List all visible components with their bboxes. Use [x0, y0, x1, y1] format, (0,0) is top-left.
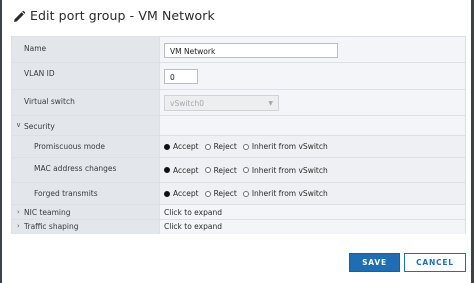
port-group-form: Name VM Network VLAN ID 0 Virtual switch… [11, 36, 466, 234]
nic-teaming-label: NIC teaming [24, 208, 71, 217]
radio-icon [242, 167, 249, 173]
forged-transmits-row: Forged transmits Accept Reject Inherit f… [12, 183, 465, 205]
mac-inherit-radio[interactable]: Inherit from vSwitch [242, 165, 328, 175]
forged-accept-radio[interactable]: Accept [164, 189, 199, 198]
radio-label: Inherit from vSwitch [251, 142, 328, 151]
radio-selected-icon [164, 167, 170, 173]
chevron-down-icon: ∨ [16, 121, 22, 129]
chevron-right-icon: › [17, 208, 20, 216]
radio-label: Reject [213, 189, 237, 198]
radio-label: Accept [173, 165, 199, 175]
mac-accept-radio[interactable]: Accept [164, 166, 199, 175]
forged-reject-radio[interactable]: Reject [204, 189, 237, 198]
virtual-switch-row: Virtual switch vSwitch0 ▼ [12, 90, 465, 116]
mac-address-changes-row: MAC address changes Accept Reject Inheri… [12, 158, 465, 183]
vlan-id-input[interactable]: 0 [164, 69, 198, 84]
security-section-header[interactable]: ∨ Security [12, 116, 465, 136]
vlan-id-label: VLAN ID [24, 69, 55, 78]
mac-address-changes-radio-group: Accept Reject Inherit from vSwitch [164, 158, 334, 182]
dialog-titlebar: Edit port group - VM Network [2, 0, 471, 34]
mac-reject-radio[interactable]: Reject [204, 165, 237, 175]
radio-label: Accept [173, 142, 199, 151]
radio-selected-icon [164, 190, 170, 197]
traffic-shaping-expand-hint: Click to expand [164, 222, 222, 231]
dialog-title: Edit port group - VM Network [30, 8, 215, 23]
promiscuous-mode-label: Promiscuous mode [34, 142, 105, 151]
virtual-switch-select[interactable]: vSwitch0 ▼ [164, 95, 279, 111]
traffic-shaping-label: Traffic shaping [24, 222, 79, 231]
radio-label: Inherit from vSwitch [251, 165, 328, 175]
virtual-switch-label: Virtual switch [24, 97, 75, 106]
name-input[interactable]: VM Network [164, 43, 338, 58]
virtual-switch-value: vSwitch0 [170, 99, 205, 108]
save-button[interactable]: SAVE [349, 253, 400, 272]
security-label: Security [24, 122, 55, 131]
radio-label: Accept [173, 189, 199, 198]
promiscuous-mode-row: Promiscuous mode Accept Reject Inherit f… [12, 136, 465, 158]
radio-selected-icon [164, 143, 170, 150]
edit-port-group-dialog: Edit port group - VM Network Name VM Net… [0, 0, 474, 283]
promiscuous-accept-radio[interactable]: Accept [164, 142, 199, 151]
nic-teaming-expand-hint: Click to expand [164, 208, 222, 217]
chevron-right-icon: › [17, 222, 20, 230]
promiscuous-reject-radio[interactable]: Reject [204, 142, 237, 151]
vlan-id-row: VLAN ID 0 [12, 63, 465, 90]
radio-icon [204, 143, 211, 150]
chevron-down-icon: ▼ [268, 100, 273, 107]
mac-address-changes-label: MAC address changes [34, 164, 117, 173]
name-label: Name [24, 44, 47, 53]
radio-label: Inherit from vSwitch [251, 189, 328, 198]
forged-transmits-label: Forged transmits [34, 189, 98, 198]
forged-transmits-radio-group: Accept Reject Inherit from vSwitch [164, 183, 334, 204]
traffic-shaping-row[interactable]: › Traffic shaping Click to expand [12, 220, 465, 234]
promiscuous-mode-radio-group: Accept Reject Inherit from vSwitch [164, 136, 334, 157]
radio-icon [242, 190, 249, 197]
radio-icon [204, 190, 211, 197]
radio-icon [204, 167, 211, 173]
radio-icon [242, 143, 249, 150]
cancel-button[interactable]: CANCEL [404, 253, 466, 272]
radio-label: Reject [213, 142, 237, 151]
forged-inherit-radio[interactable]: Inherit from vSwitch [242, 189, 328, 198]
name-row: Name VM Network [12, 37, 465, 63]
promiscuous-inherit-radio[interactable]: Inherit from vSwitch [242, 142, 328, 151]
nic-teaming-row[interactable]: › NIC teaming Click to expand [12, 205, 465, 220]
pencil-icon [14, 10, 26, 22]
radio-label: Reject [213, 165, 237, 175]
